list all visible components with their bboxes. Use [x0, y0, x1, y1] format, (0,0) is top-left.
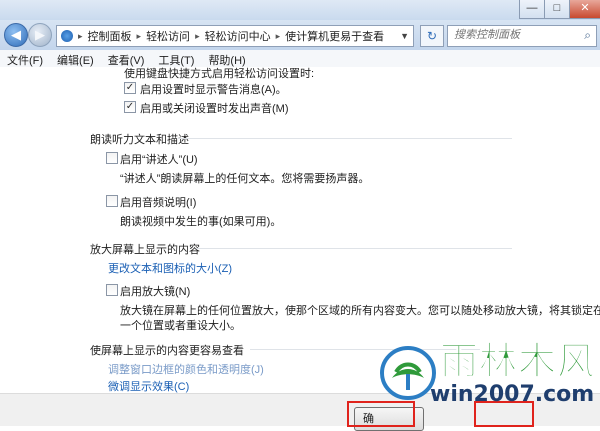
search-input[interactable] — [448, 26, 574, 44]
tree-logo-icon — [380, 346, 436, 400]
sound-checkbox[interactable]: ✓ — [124, 101, 136, 113]
keyboard-shortcut-note: 使用键盘快捷方式启用轻松访问设置时: — [124, 68, 315, 80]
sound-checkbox-label[interactable]: 启用或关闭设置时发出声音(M) — [140, 100, 289, 116]
magnifier-description-continued: 一个位置或者重设大小。 — [120, 320, 241, 332]
address-row: ◀ ▶ ▸ 控制面板 ▸ 轻松访问 ▸ 轻松访问中心 ▸ 使计算机更易于查看 ▼… — [0, 20, 600, 50]
magnifier-checkbox-label[interactable]: 启用放大镜(N) — [120, 283, 190, 299]
history-dropdown-icon[interactable]: ▼ — [400, 31, 409, 41]
menu-file[interactable]: 文件(F) — [0, 50, 50, 67]
close-button[interactable]: ✕ — [569, 0, 600, 19]
warning-checkbox-label[interactable]: 启用设置时显示警告消息(A)。 — [140, 81, 287, 97]
breadcrumb-item-ease-of-access-center[interactable]: 轻松访问中心 — [202, 28, 274, 44]
menu-view[interactable]: 查看(V) — [101, 50, 152, 67]
forward-button[interactable]: ▶ — [28, 23, 52, 47]
refresh-button[interactable]: ↻ — [420, 25, 444, 47]
breadcrumb-item-control-panel[interactable]: 控制面板 — [85, 28, 135, 44]
brand-site: win2007.com — [430, 382, 595, 407]
section-divider — [178, 138, 512, 139]
watermark-logo: 雨林木风 win2007.com — [378, 340, 596, 410]
address-bar[interactable]: ▸ 控制面板 ▸ 轻松访问 ▸ 轻松访问中心 ▸ 使计算机更易于查看 ▼ — [56, 25, 414, 47]
search-icon[interactable]: ⌕ — [584, 28, 591, 43]
forward-arrow-icon: ▶ — [35, 27, 45, 42]
warning-checkbox[interactable]: ✓ — [124, 82, 136, 94]
minimize-button[interactable]: — — [519, 0, 545, 19]
magnifier-description: 放大镜在屏幕上的任何位置放大，使那个区域的所有内容变大。您可以随处移动放大镜，将… — [120, 305, 600, 317]
menu-tools[interactable]: 工具(T) — [151, 50, 201, 67]
section-divider — [196, 248, 512, 249]
easier-view-section-heading: 使屏幕上显示的内容更容易查看 — [90, 345, 244, 357]
narrator-section-heading: 朗读听力文本和描述 — [90, 134, 189, 146]
narrator-checkbox[interactable] — [106, 152, 118, 164]
breadcrumb-separator-icon: ▸ — [136, 30, 142, 41]
checkmark-icon: ✓ — [125, 82, 135, 93]
menu-bar: 文件(F) 编辑(E) 查看(V) 工具(T) 帮助(H) — [0, 50, 600, 68]
control-panel-icon — [61, 30, 73, 42]
checkmark-icon: ✓ — [125, 101, 135, 112]
menu-edit[interactable]: 编辑(E) — [50, 50, 101, 67]
breadcrumb-separator-icon: ▸ — [275, 30, 281, 41]
narrator-description: “讲述人”朗读屏幕上的任何文本。您将需要扬声器。 — [120, 173, 370, 185]
breadcrumb-separator-icon: ▸ — [195, 30, 200, 41]
search-box[interactable]: ⌕ — [447, 25, 597, 47]
title-bar: — □ ✕ — [0, 0, 600, 20]
brand-name: 雨林木风 — [439, 339, 597, 383]
breadcrumb-item-ease-of-access[interactable]: 轻松访问 — [143, 28, 193, 44]
audio-description-checkbox-label[interactable]: 启用音频说明(I) — [120, 194, 196, 210]
fine-tune-display-link[interactable]: 微调显示效果(C) — [108, 378, 189, 393]
menu-help[interactable]: 帮助(H) — [201, 50, 252, 67]
refresh-icon: ↻ — [426, 29, 438, 43]
breadcrumb-item-make-easier-to-see[interactable]: 使计算机更易于查看 — [282, 28, 387, 44]
breadcrumb-separator-icon: ▸ — [78, 30, 83, 41]
change-size-link[interactable]: 更改文本和图标的大小(Z) — [108, 260, 232, 276]
audio-description-checkbox[interactable] — [106, 195, 118, 207]
back-arrow-icon: ◀ — [11, 27, 21, 42]
adjust-border-color-link[interactable]: 调整窗口边框的颜色和透明度(J) — [108, 361, 264, 377]
magnify-section-heading: 放大屏幕上显示的内容 — [90, 244, 200, 256]
magnifier-checkbox[interactable] — [106, 284, 118, 296]
back-button[interactable]: ◀ — [4, 23, 28, 47]
audio-description-text: 朗读视频中发生的事(如果可用)。 — [120, 216, 282, 228]
narrator-checkbox-label[interactable]: 启用“讲述人”(U) — [120, 151, 198, 167]
maximize-button[interactable]: □ — [544, 0, 570, 19]
